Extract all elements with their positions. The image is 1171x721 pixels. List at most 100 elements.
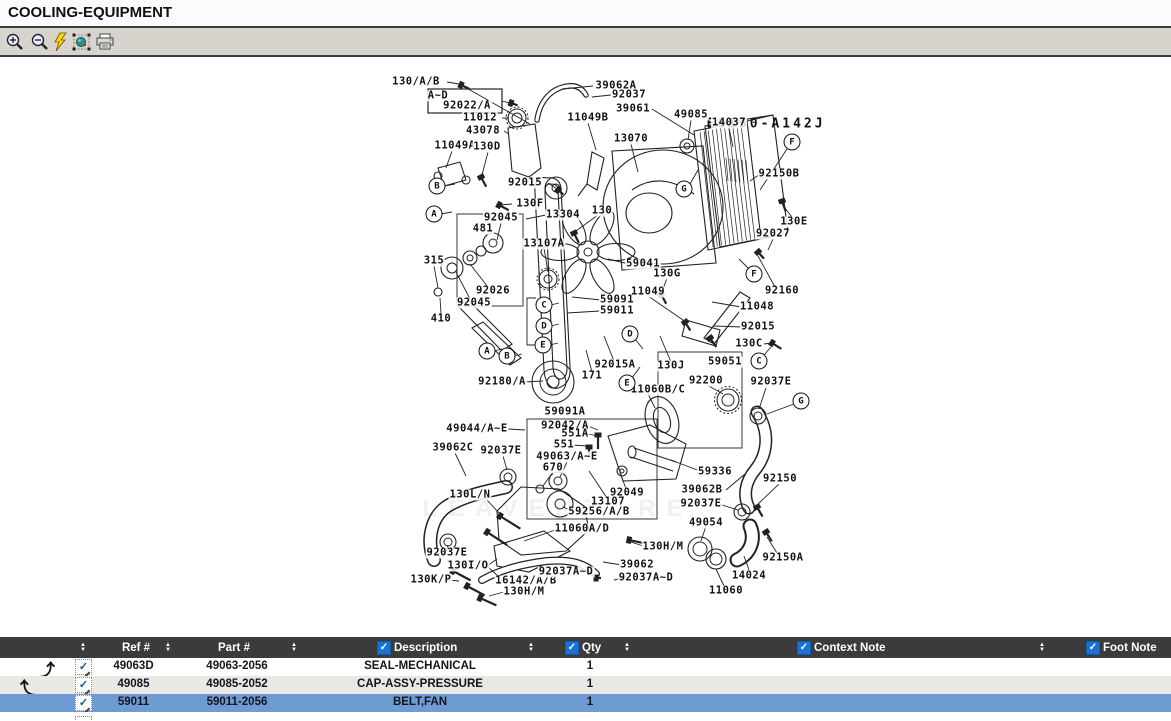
part-label: 92027 [755,229,791,240]
part-label: 92037E [480,446,523,457]
qty-checkbox[interactable]: ✓ [565,641,579,655]
callout-circle: G [676,181,693,198]
column-header-description[interactable]: ✓ Description [377,637,457,658]
qty-cell: 1 [560,660,620,674]
column-header-context-note[interactable]: ✓ Context Note [797,637,886,658]
part-label: 481 [472,224,494,235]
part-label: 11060 [708,586,744,597]
part-cell: 59011-2056 [177,696,297,710]
column-header-ref[interactable]: Ref # [110,637,162,658]
part-label: 130F [515,199,544,210]
part-label: 59256/A/B [567,507,630,518]
part-label: 92045 [456,298,492,309]
parts-table: ▲▼ Ref # ▲▼ Part # ▲▼ ✓ Description ▲▼ ✓… [0,637,1171,721]
part-label: 39062C [432,443,475,454]
context-note-checkbox[interactable]: ✓ [797,641,811,655]
part-label: 11049B [567,113,610,124]
table-row[interactable]: ⤴✓4908549085-2052CAP-ASSY-PRESSURE1 [0,676,1171,694]
part-cell: 49085-2052 [177,678,297,692]
part-label: 410 [430,314,452,325]
part-label: 49054 [688,518,724,529]
zoom-out-button[interactable] [30,32,50,52]
part-label: 92150A [762,553,805,564]
sort-icon[interactable]: ▲▼ [161,637,175,658]
zoom-in-button[interactable] [5,32,25,52]
table-row[interactable]: ✓5901159011-2056BELT,FAN1 [0,694,1171,712]
table-row-partial[interactable] [0,712,1171,721]
flash-update-button[interactable] [52,32,72,52]
part-label: 130C [734,339,763,350]
flash-update-icon [52,32,72,52]
print-button[interactable] [95,32,115,52]
callout-circle: D [622,326,639,343]
part-label: 130/A/B [391,77,441,88]
parts-table-header: ▲▼ Ref # ▲▼ Part # ▲▼ ✓ Description ▲▼ ✓… [0,637,1171,658]
part-label: 43078 [465,126,501,137]
zoom-out-icon [30,32,50,52]
part-label: 92180/A [477,377,527,388]
part-label: 130L/N [449,490,492,501]
description-checkbox[interactable]: ✓ [377,641,391,655]
part-label: 92037 [611,90,647,101]
part-label: 92037E [426,548,469,559]
part-label: 13070 [613,134,649,145]
part-label: 130 [591,206,613,217]
part-label: 670 [542,463,564,474]
table-row[interactable]: ⤴✓49063D49063-2056SEAL-MECHANICAL1 [0,658,1171,676]
part-label: 130K/P [410,575,453,586]
part-label: 14037 [711,118,747,129]
ref-cell: 49063D [76,660,191,674]
sort-icon[interactable]: ▲▼ [1035,637,1049,658]
part-label: 92160 [764,286,800,297]
callout-circle: E [535,337,552,354]
part-label: 11049A [434,141,477,152]
description-cell: CAP-ASSY-PRESSURE [300,678,540,692]
sort-icon[interactable]: ▲▼ [524,637,538,658]
column-header-part[interactable]: Part # [206,637,262,658]
part-label: 13107A [523,239,566,250]
parts-catalog-window: COOLING-EQUIPMENT [0,0,1171,721]
part-label: 92037A~D [538,567,595,578]
part-label: 92037A~D [618,573,675,584]
part-label: 13304 [545,210,581,221]
print-icon [95,32,115,52]
part-label: 92150 [762,474,798,485]
exploded-diagram-canvas[interactable]: E0150-A142J LEAVENTURE 130/A/BA~D92022/A… [0,57,1171,637]
part-label: 92015 [740,322,776,333]
part-label: 130H/M [642,542,685,553]
diagram-line-art [0,57,1171,637]
part-label: 39061 [615,104,651,115]
part-label: 315 [423,256,445,267]
edit-check-icon[interactable] [75,716,92,721]
part-label: 130G [652,269,681,280]
part-label: 49085 [673,110,709,121]
page-title: COOLING-EQUIPMENT [8,4,172,21]
callout-circle: E [619,375,636,392]
callout-circle: F [746,266,763,283]
part-label: 551 [553,440,575,451]
sort-icon[interactable]: ▲▼ [620,637,634,658]
part-label: 92037E [750,377,793,388]
sort-icon[interactable]: ▲▼ [287,637,301,658]
part-label: 59011 [599,306,635,317]
callout-circle: G [793,393,810,410]
foot-note-checkbox[interactable]: ✓ [1086,641,1100,655]
part-label: 39062B [681,485,724,496]
part-label: 92022/A [442,101,492,112]
callout-circle: D [536,318,553,335]
part-label: 130H/M [503,587,546,598]
callout-circle: A [479,343,496,360]
sort-icon[interactable]: ▲▼ [76,637,90,658]
hotspot-select-button[interactable] [72,32,92,52]
part-label: 130J [656,361,685,372]
zoom-in-icon [5,32,25,52]
column-header-foot-note[interactable]: ✓ Foot Note [1086,637,1157,658]
part-label: 92026 [475,286,511,297]
toolbar [0,28,1171,57]
part-label: 92150B [758,169,801,180]
part-label: 130E [779,217,808,228]
description-cell: SEAL-MECHANICAL [300,660,540,674]
callout-circle: C [536,297,553,314]
part-label: 59336 [697,467,733,478]
column-header-qty[interactable]: ✓ Qty [565,637,601,658]
